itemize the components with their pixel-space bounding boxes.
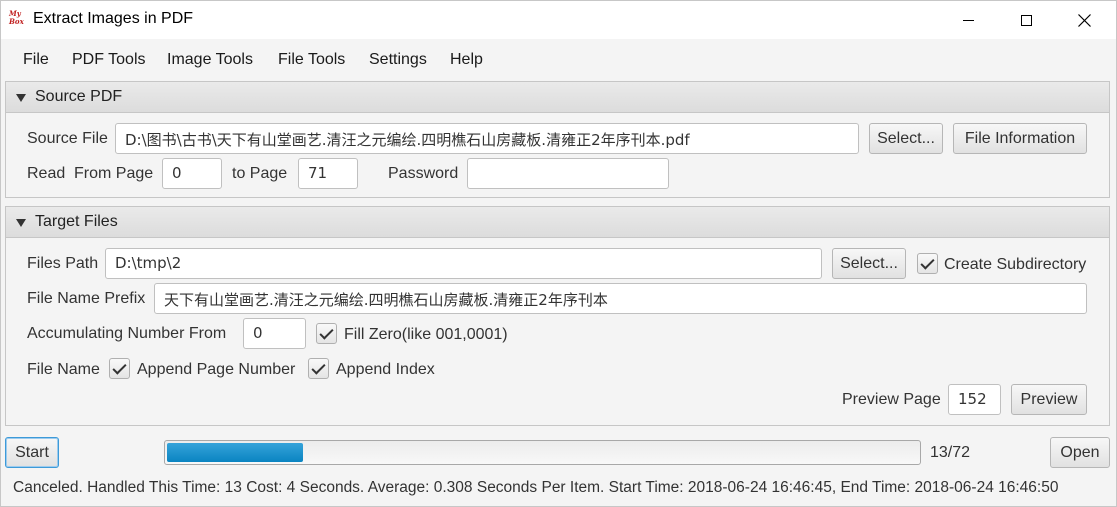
- menu-file[interactable]: File: [23, 51, 49, 69]
- append-index-checkbox[interactable]: [308, 358, 329, 379]
- read-label: Read: [27, 165, 66, 182]
- files-path-label: Files Path: [27, 255, 99, 272]
- fill-zero-label: Fill Zero(like 001,0001): [344, 326, 508, 343]
- collapse-triangle-icon: [16, 219, 26, 227]
- to-page-label: to Page: [232, 165, 288, 182]
- menu-bar: File PDF Tools Image Tools File Tools Se…: [1, 44, 1116, 76]
- preview-button[interactable]: Preview: [1011, 384, 1087, 415]
- target-select-button[interactable]: Select...: [832, 248, 906, 279]
- maximize-button[interactable]: [1003, 1, 1049, 39]
- file-name-label: File Name: [27, 361, 100, 378]
- close-button[interactable]: [1061, 1, 1107, 39]
- open-button[interactable]: Open: [1050, 437, 1110, 468]
- app-window: My Box Extract Images in PDF File PDF Too…: [0, 0, 1117, 507]
- file-name-prefix-label: File Name Prefix: [27, 290, 146, 307]
- password-label: Password: [388, 165, 459, 182]
- menu-image-tools[interactable]: Image Tools: [167, 51, 253, 69]
- append-page-number-checkbox[interactable]: [109, 358, 130, 379]
- title-bar: My Box Extract Images in PDF: [1, 1, 1116, 39]
- source-file-input[interactable]: D:\图书\古书\天下有山堂画艺.清汪之元编绘.四明樵石山房藏板.清雍正2年序刊…: [115, 123, 859, 154]
- app-logo-icon: My Box: [9, 9, 24, 26]
- start-button[interactable]: Start: [5, 437, 59, 468]
- menu-settings[interactable]: Settings: [369, 51, 427, 69]
- password-input[interactable]: [467, 158, 669, 189]
- status-text: Canceled. Handled This Time: 13 Cost: 4 …: [13, 479, 1059, 496]
- from-page-label: From Page: [74, 165, 154, 182]
- minimize-icon: [962, 19, 974, 21]
- source-select-button[interactable]: Select...: [869, 123, 943, 154]
- target-files-title: Target Files: [35, 213, 118, 230]
- target-files-header[interactable]: Target Files: [5, 206, 1110, 238]
- accumulating-number-input[interactable]: 0: [243, 318, 306, 349]
- append-page-number-label: Append Page Number: [137, 361, 296, 378]
- menu-pdf-tools[interactable]: PDF Tools: [72, 51, 146, 69]
- menu-file-tools[interactable]: File Tools: [278, 51, 345, 69]
- source-file-label: Source File: [27, 130, 108, 147]
- source-pdf-header[interactable]: Source PDF: [5, 81, 1110, 113]
- maximize-icon: [1020, 14, 1032, 26]
- source-pdf-title: Source PDF: [35, 88, 123, 105]
- collapse-triangle-icon: [16, 94, 26, 102]
- progress-fill: [167, 443, 303, 462]
- file-information-button[interactable]: File Information: [953, 123, 1087, 154]
- append-index-label: Append Index: [336, 361, 435, 378]
- preview-page-input[interactable]: 152: [948, 384, 1001, 415]
- files-path-input[interactable]: D:\tmp\2: [105, 248, 822, 279]
- to-page-input[interactable]: 71: [298, 158, 358, 189]
- progress-bar: [164, 440, 921, 465]
- close-icon: [1077, 13, 1091, 27]
- file-name-prefix-input[interactable]: 天下有山堂画艺.清汪之元编绘.四明樵石山房藏板.清雍正2年序刊本: [154, 283, 1087, 314]
- progress-count: 13/72: [930, 444, 971, 461]
- from-page-input[interactable]: 0: [162, 158, 222, 189]
- preview-page-label: Preview Page: [842, 391, 941, 408]
- window-title: Extract Images in PDF: [33, 10, 194, 27]
- create-subdirectory-checkbox[interactable]: [917, 253, 938, 274]
- create-subdirectory-label: Create Subdirectory: [944, 256, 1087, 273]
- accumulating-number-label: Accumulating Number From: [27, 325, 227, 342]
- minimize-button[interactable]: [945, 1, 991, 39]
- menu-help[interactable]: Help: [450, 51, 483, 69]
- fill-zero-checkbox[interactable]: [316, 323, 337, 344]
